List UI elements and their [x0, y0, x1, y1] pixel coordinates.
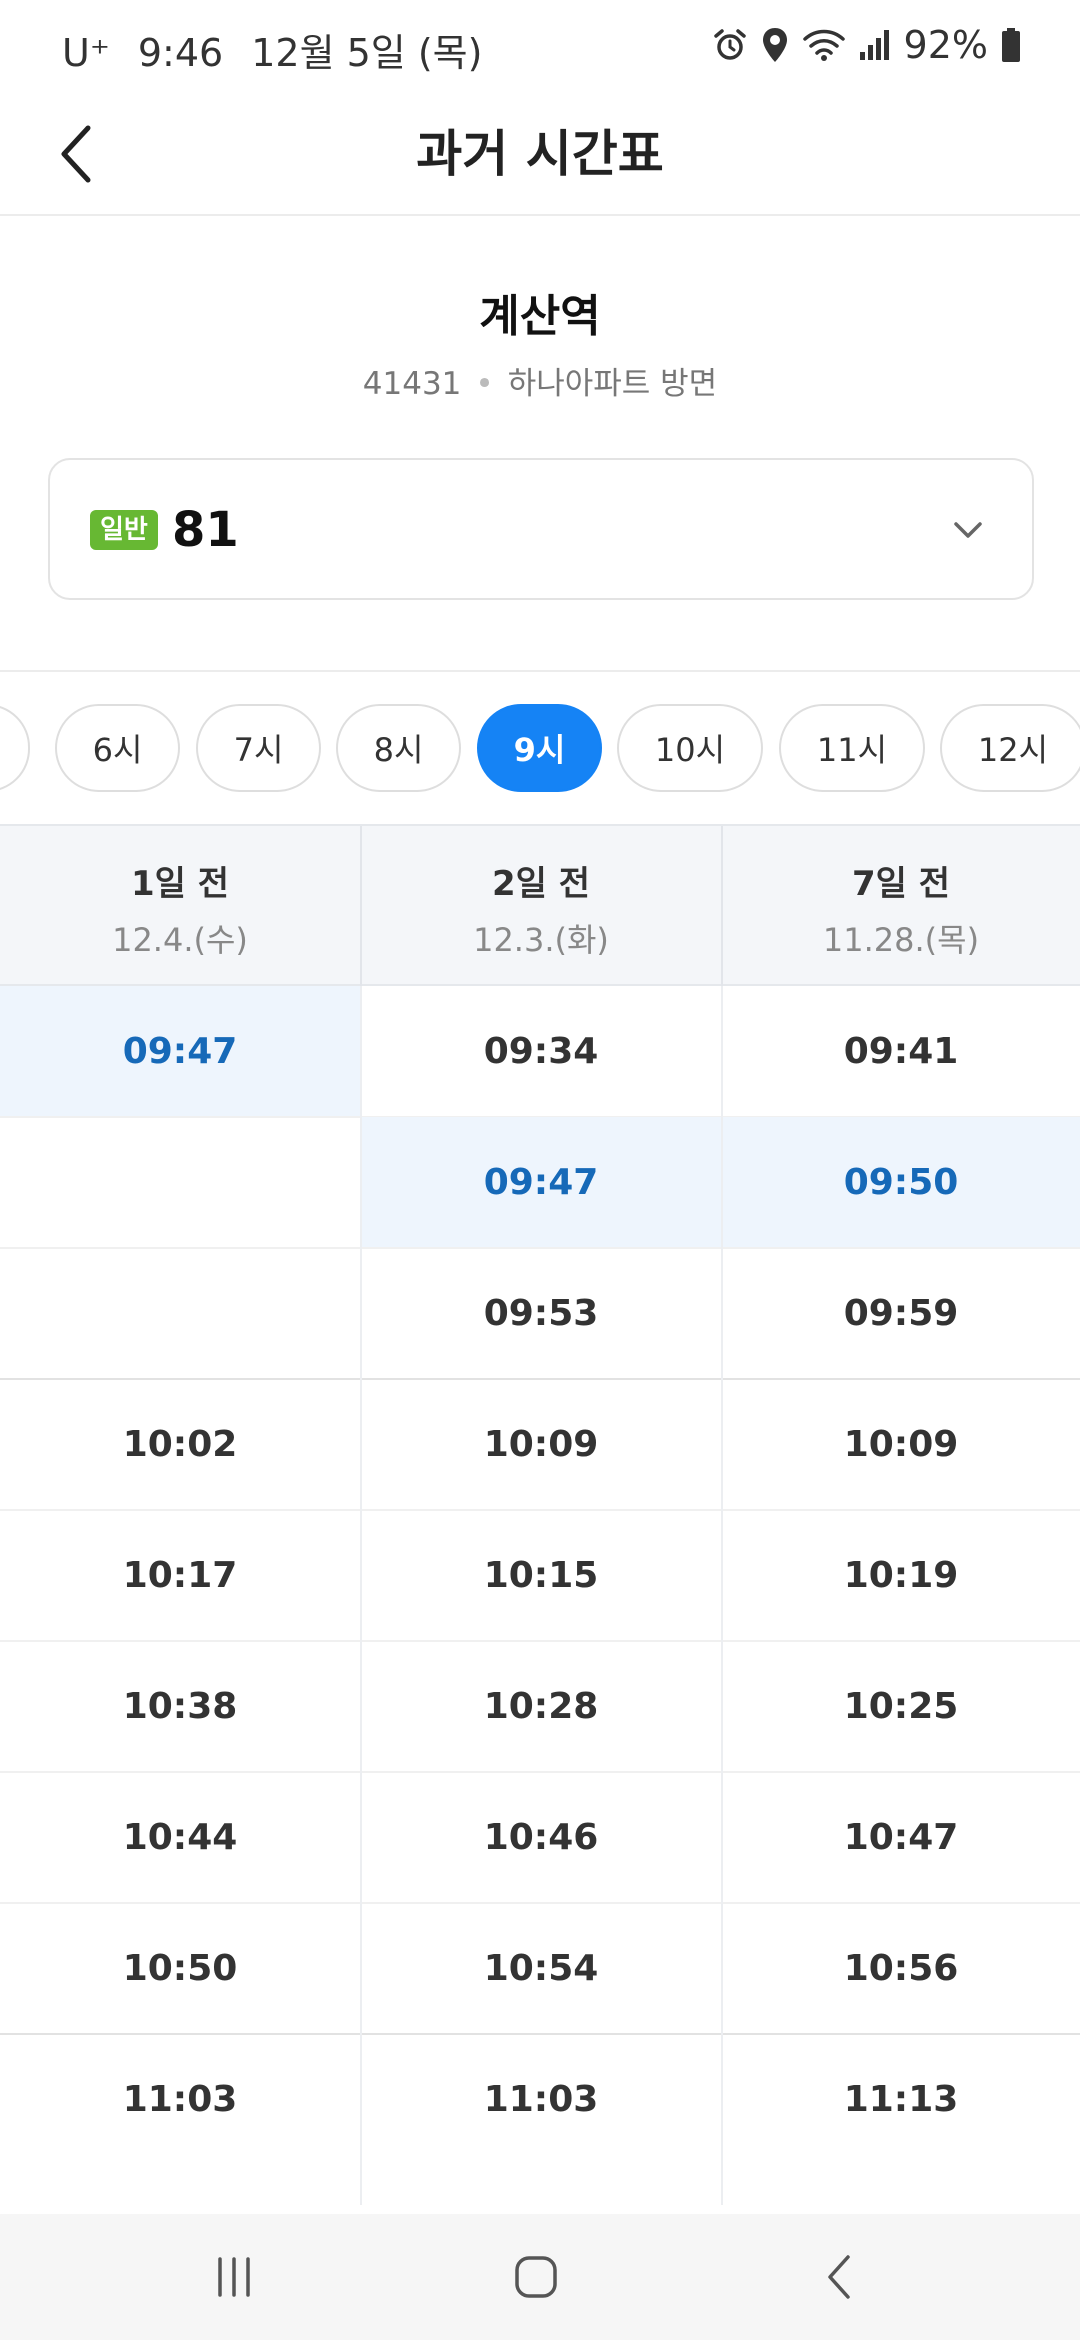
column-header: 2일 전 12.3.(화) — [361, 826, 721, 986]
time-cell: 09:47 — [361, 1117, 721, 1247]
hour-chip-prev[interactable] — [0, 704, 30, 792]
recent-apps-icon — [218, 2257, 250, 2297]
time-cell: 10:46 — [483, 1816, 599, 1858]
column-divider — [721, 826, 723, 986]
time-cell — [0, 1117, 360, 1247]
column-divider — [360, 826, 362, 986]
back-button[interactable] — [36, 114, 116, 194]
route-number: 81 — [172, 502, 239, 558]
column-header: 1일 전 12.4.(수) — [0, 826, 360, 986]
time-cell: 10:15 — [483, 1554, 599, 1596]
nav-back-button[interactable] — [800, 2242, 880, 2312]
time-cell: 10:09 — [843, 1423, 959, 1465]
back-icon — [828, 2255, 850, 2299]
status-date: 12월 5일 (목) — [251, 31, 483, 75]
separator-dot: • — [475, 366, 494, 402]
time-cell: 10:44 — [122, 1816, 238, 1858]
status-time: 9:46 — [137, 31, 224, 75]
alarm-icon — [713, 29, 746, 60]
location-icon — [762, 28, 787, 62]
time-cell: 09:34 — [483, 1030, 599, 1072]
wifi-icon — [802, 29, 845, 61]
time-cell: 11:03 — [122, 2078, 238, 2120]
table-header: 1일 전 12.4.(수) 2일 전 12.3.(화) 7일 전 11.28.(… — [0, 824, 1080, 986]
time-cell: 09:50 — [722, 1117, 1080, 1247]
status-bar: U⁺ 9:46 12월 5일 (목) 92% — [0, 0, 1080, 92]
time-cell — [0, 1248, 360, 1378]
stop-id: 41431 — [362, 366, 462, 402]
hour-selector: 6시 7시 8시 9시 10시 11시 12시 — [0, 702, 1080, 794]
status-right: 92% — [712, 22, 1022, 68]
time-cell: 10:50 — [122, 1947, 238, 1989]
chevron-down-icon — [954, 522, 982, 538]
column-divider — [360, 986, 362, 2205]
time-cell: 10:25 — [843, 1685, 959, 1727]
column-divider — [721, 986, 723, 2205]
home-icon — [515, 2256, 557, 2298]
stop-name: 계산역 — [479, 291, 601, 342]
screen: U⁺ 9:46 12월 5일 (목) 92% 과거 시간표 계산역 41431 … — [0, 0, 1080, 2340]
time-cell: 10:38 — [122, 1685, 238, 1727]
time-cell: 09:41 — [843, 1030, 959, 1072]
hour-chip[interactable]: 8시 — [336, 704, 461, 792]
section-divider — [0, 670, 1080, 672]
column-date: 12.4.(수) — [112, 921, 248, 959]
column-title: 1일 전 — [130, 864, 230, 904]
hour-chip[interactable]: 6시 — [55, 704, 180, 792]
column-date: 11.28.(목) — [822, 921, 980, 959]
column-title: 7일 전 — [851, 864, 951, 904]
route-type-badge: 일반 — [90, 510, 158, 550]
time-cell: 09:47 — [0, 986, 360, 1116]
route-dropdown[interactable]: 일반 81 — [48, 458, 1034, 600]
home-button[interactable] — [496, 2242, 576, 2312]
time-cell: 11:03 — [483, 2078, 599, 2120]
hour-chip[interactable]: 10시 — [617, 704, 763, 792]
status-left: U⁺ 9:46 12월 5일 (목) — [62, 22, 510, 77]
time-cell: 11:13 — [843, 2078, 959, 2120]
time-cell: 10:28 — [483, 1685, 599, 1727]
stop-subtitle: 41431 • 하나아파트 방면 — [0, 358, 1080, 403]
column-header: 7일 전 11.28.(목) — [722, 826, 1080, 986]
column-title: 2일 전 — [491, 864, 591, 904]
hour-chip[interactable]: 11시 — [779, 704, 925, 792]
time-cell: 10:17 — [122, 1554, 238, 1596]
chevron-left-icon — [61, 125, 91, 183]
battery-percent: 92% — [903, 23, 988, 67]
time-cell: 10:02 — [122, 1423, 238, 1465]
time-cell: 10:09 — [483, 1423, 599, 1465]
app-header: 과거 시간표 — [0, 92, 1080, 216]
system-nav-bar — [0, 2214, 1080, 2340]
time-cell: 09:59 — [843, 1292, 959, 1334]
recent-apps-button[interactable] — [194, 2242, 274, 2312]
hour-chip-active[interactable]: 9시 — [477, 704, 602, 792]
time-cell: 10:54 — [483, 1947, 599, 1989]
column-date: 12.3.(화) — [473, 921, 609, 959]
page-title: 과거 시간표 — [416, 125, 664, 183]
battery-icon — [1002, 28, 1020, 62]
time-cell: 10:47 — [843, 1816, 959, 1858]
carrier-label: U⁺ — [62, 31, 110, 75]
time-cell: 10:19 — [843, 1554, 959, 1596]
time-cell: 10:56 — [843, 1947, 959, 1989]
hour-chip[interactable]: 12시 — [940, 704, 1080, 792]
stop-direction: 하나아파트 방면 — [507, 366, 718, 402]
hour-chip[interactable]: 7시 — [196, 704, 321, 792]
signal-icon — [859, 30, 889, 60]
time-cell: 09:53 — [483, 1292, 599, 1334]
